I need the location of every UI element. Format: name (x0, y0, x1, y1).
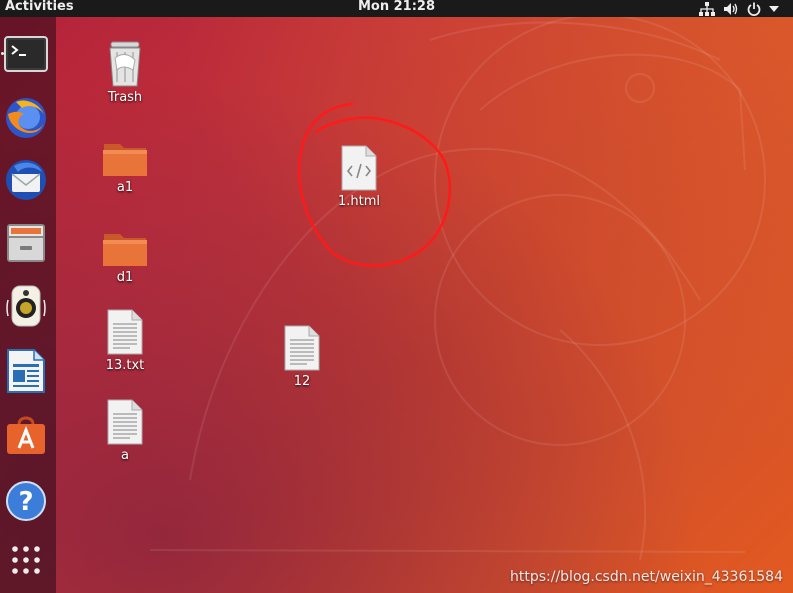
desktop-icon-a[interactable]: a (80, 396, 170, 463)
desktop-icon-label: a (121, 448, 129, 463)
running-indicator (1, 52, 4, 55)
desktop-icon-a1[interactable]: a1 (80, 128, 170, 195)
chevron-down-icon[interactable] (769, 5, 779, 13)
text-file-icon (107, 309, 143, 355)
dock-rhythmbox[interactable] (3, 283, 49, 329)
app-grid-icon (12, 546, 40, 574)
network-icon[interactable] (699, 1, 715, 16)
trash-icon (109, 41, 141, 87)
desktop-icon-label: 12 (293, 374, 311, 389)
volume-icon[interactable] (723, 2, 739, 16)
dock-thunderbird[interactable] (3, 157, 49, 203)
text-file-icon (284, 325, 320, 371)
writer-icon (7, 349, 45, 393)
files-icon (7, 224, 45, 262)
desktop-icon-12[interactable]: 12 (257, 322, 347, 389)
help-icon: ? (6, 481, 46, 521)
watermark: https://blog.csdn.net/weixin_43361584 (509, 569, 783, 585)
clock[interactable]: Mon 21:28 (0, 0, 793, 14)
software-icon (7, 416, 45, 454)
folder-icon (103, 144, 147, 176)
desktop-icon-trash[interactable]: Trash (80, 38, 170, 105)
power-icon[interactable] (747, 2, 761, 16)
dock-firefox[interactable] (3, 95, 49, 141)
firefox-icon (6, 98, 46, 138)
dock: ? (0, 17, 56, 593)
system-tray[interactable] (699, 0, 779, 17)
dock-show-applications[interactable] (3, 537, 49, 583)
dock-writer[interactable] (3, 348, 49, 394)
dock-terminal[interactable] (3, 31, 49, 77)
folder-icon (103, 234, 147, 266)
desktop-icon-1-html[interactable]: 1.html (314, 142, 404, 209)
text-file-icon (107, 399, 143, 445)
desktop-icon-label: 13.txt (105, 358, 145, 373)
svg-text:?: ? (18, 487, 33, 517)
thunderbird-icon (6, 160, 46, 200)
top-bar: Activities Mon 21:28 (0, 0, 793, 17)
desktop-icon-d1[interactable]: d1 (80, 218, 170, 285)
desktop-icon-label: d1 (116, 270, 134, 285)
desktop-icon-label: a1 (116, 180, 134, 195)
desktop-icon-label: 1.html (337, 194, 380, 209)
html-file-icon (341, 145, 377, 191)
terminal-icon (4, 36, 48, 72)
dock-software[interactable] (3, 411, 49, 457)
desktop-icon-label: Trash (107, 90, 143, 105)
dock-files[interactable] (3, 220, 49, 266)
desktop-icon-13-txt[interactable]: 13.txt (80, 306, 170, 373)
rhythmbox-icon (6, 285, 46, 327)
dock-help[interactable]: ? (3, 478, 49, 524)
